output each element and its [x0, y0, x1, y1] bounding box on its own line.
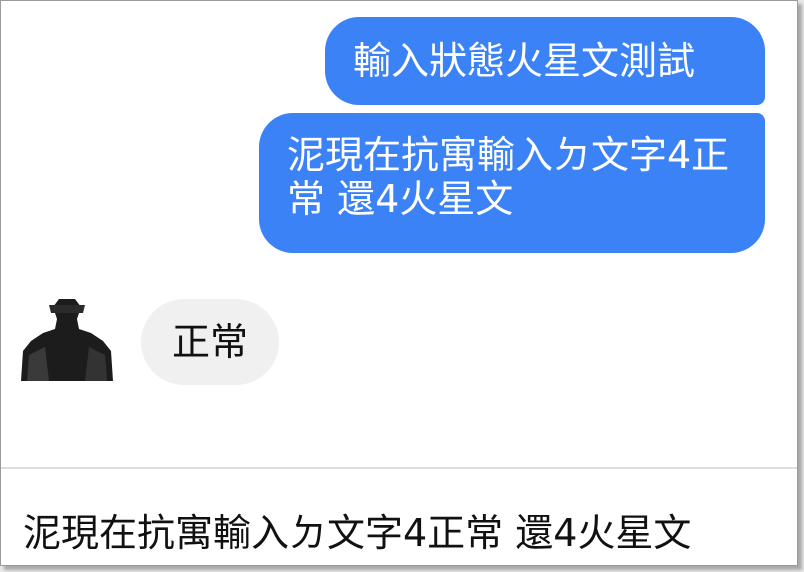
message-input[interactable] — [23, 509, 783, 557]
message-text: 輸入狀態火星文測試 — [353, 39, 696, 83]
person-silhouette-icon — [21, 299, 113, 381]
avatar[interactable] — [19, 295, 115, 381]
outgoing-message[interactable]: 輸入狀態火星文測試 — [325, 17, 765, 105]
message-text: 正常 — [171, 320, 248, 364]
message-text: 泥現在抗寓輸入ㄉ文字4正常 還4火星文 — [287, 133, 730, 221]
incoming-message[interactable]: 正常 — [141, 299, 279, 385]
message-list[interactable]: 輸入狀態火星文測試 泥現在抗寓輸入ㄉ文字4正常 還4火星文 正常 — [1, 1, 797, 467]
outgoing-message[interactable]: 泥現在抗寓輸入ㄉ文字4正常 還4火星文 — [259, 113, 765, 253]
composer — [1, 469, 797, 565]
chat-window: 輸入狀態火星文測試 泥現在抗寓輸入ㄉ文字4正常 還4火星文 正常 — [0, 0, 798, 566]
